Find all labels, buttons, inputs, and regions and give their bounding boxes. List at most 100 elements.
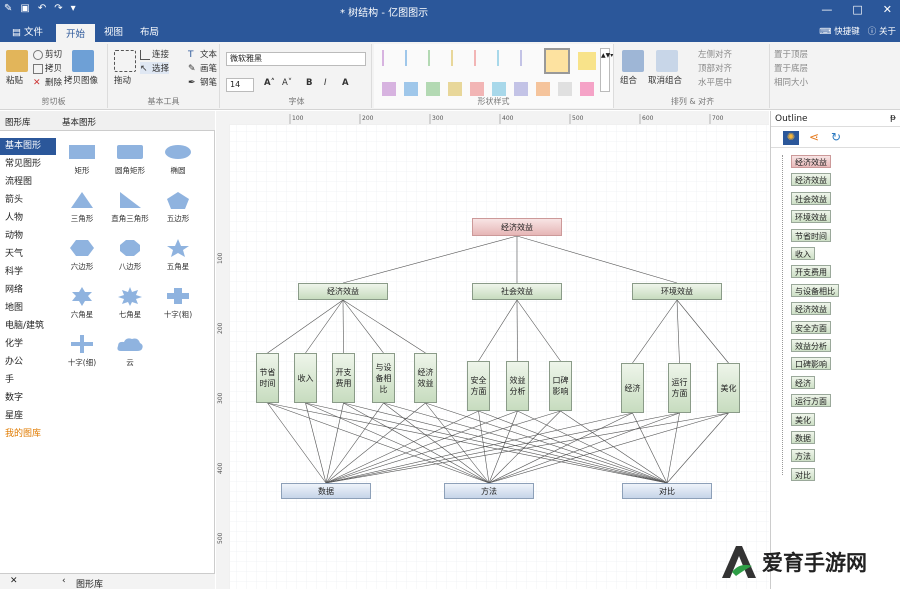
- level2-node[interactable]: 节省时间: [256, 353, 279, 403]
- dropdown-icon[interactable]: ▾: [71, 3, 76, 14]
- canvas-area[interactable]: 100 200 300 400 500 600 700 100 200 300 400 500 经济效…: [216, 111, 769, 589]
- tab-home[interactable]: 开始: [56, 24, 96, 42]
- category-item[interactable]: 常见图形: [0, 156, 56, 173]
- send-back-button[interactable]: 置于底层: [774, 62, 808, 74]
- outline-item[interactable]: 开支费用: [791, 265, 831, 279]
- fill-style-swatch[interactable]: [426, 82, 440, 96]
- line-style-swatch[interactable]: [474, 50, 476, 66]
- selected-style-swatch[interactable]: [544, 48, 570, 74]
- level2-node[interactable]: 与设备相比: [372, 353, 395, 403]
- cut-button[interactable]: 剪切: [33, 48, 62, 60]
- shape-triangle[interactable]: 三角形: [58, 190, 106, 224]
- shape-star6[interactable]: 六角星: [58, 286, 106, 320]
- minimize-button[interactable]: —: [821, 3, 832, 16]
- bring-front-button[interactable]: 置于顶层: [774, 48, 808, 60]
- save-icon[interactable]: ▣: [20, 3, 29, 14]
- category-item[interactable]: 办公: [0, 354, 56, 371]
- category-item[interactable]: 科学: [0, 264, 56, 281]
- paste-button[interactable]: 粘贴: [6, 74, 23, 86]
- line-style-swatch[interactable]: [405, 50, 407, 66]
- category-item[interactable]: 网络: [0, 282, 56, 299]
- shrink-font-button[interactable]: A˅: [282, 78, 292, 88]
- fill-style-swatch[interactable]: [470, 82, 484, 96]
- category-item[interactable]: 人物: [0, 210, 56, 227]
- fill-style-swatch[interactable]: [514, 82, 528, 96]
- category-item[interactable]: 数字: [0, 390, 56, 407]
- align-center-button[interactable]: 水平居中: [698, 76, 732, 88]
- library-tab[interactable]: 图形库: [5, 116, 31, 128]
- draw-button[interactable]: ✒ 钢笔: [188, 76, 217, 89]
- category-item[interactable]: 我的图库: [0, 426, 56, 443]
- italic-button[interactable]: I: [324, 78, 327, 88]
- tab-view[interactable]: 视图: [94, 24, 133, 42]
- level2-node[interactable]: 口碑影响: [549, 361, 572, 411]
- help-link[interactable]: ⓘ 关于: [868, 25, 896, 37]
- line-style-swatch[interactable]: [428, 50, 430, 66]
- tab-layout[interactable]: 布局: [130, 24, 169, 42]
- level1-node[interactable]: 经济效益: [298, 283, 388, 300]
- level2-node[interactable]: 开支费用: [332, 353, 355, 403]
- tab-file[interactable]: ▤ 文件: [2, 24, 53, 42]
- category-item[interactable]: 电脑/建筑: [0, 318, 56, 335]
- paste-image-button[interactable]: 拷贝图像: [64, 74, 98, 86]
- outline-item[interactable]: 对比: [791, 467, 815, 481]
- canvas-svg[interactable]: 100 200 300 400 500 600 700 100 200 300 400 500: [216, 111, 769, 589]
- level2-node[interactable]: 收入: [294, 353, 317, 403]
- ungroup-button[interactable]: 取消组合: [648, 74, 682, 86]
- shape-righttri[interactable]: 直角三角形: [106, 190, 154, 224]
- category-item[interactable]: 箭头: [0, 192, 56, 209]
- outline-item[interactable]: 社会效益: [791, 191, 831, 205]
- shape-rect[interactable]: 矩形: [58, 142, 106, 176]
- level1-node[interactable]: 社会效益: [472, 283, 562, 300]
- grow-font-button[interactable]: A˄: [264, 78, 275, 88]
- category-item[interactable]: 星座: [0, 408, 56, 425]
- bold-button[interactable]: B: [306, 78, 312, 88]
- shape-star5[interactable]: 五角星: [154, 238, 202, 272]
- level2-node[interactable]: 经济: [621, 363, 644, 413]
- shape-crossthin[interactable]: 十字(细): [58, 334, 106, 368]
- outline-item[interactable]: 节省时间: [791, 228, 831, 242]
- category-item[interactable]: 动物: [0, 228, 56, 245]
- level2-node[interactable]: 安全方面: [467, 361, 490, 411]
- outline-item[interactable]: 运行方面: [791, 394, 831, 408]
- fill-style-swatch[interactable]: [492, 82, 506, 96]
- level1-node[interactable]: 环境效益: [632, 283, 722, 300]
- outline-item[interactable]: 口碑影响: [791, 357, 831, 371]
- font-color-button[interactable]: A: [342, 78, 349, 88]
- outline-item[interactable]: 数据: [791, 431, 815, 444]
- category-item[interactable]: 化学: [0, 336, 56, 353]
- level3-node[interactable]: 方法: [444, 483, 534, 499]
- share-icon[interactable]: ⋖: [809, 130, 819, 144]
- fill-style-swatch[interactable]: [404, 82, 418, 96]
- shape-octagon[interactable]: 八边形: [106, 238, 154, 272]
- pin-icon[interactable]: ᵽ: [890, 113, 896, 123]
- line-style-swatch[interactable]: [382, 50, 384, 66]
- redo-icon[interactable]: ↷: [54, 3, 62, 14]
- feedback-link[interactable]: ⌨ 快捷键: [819, 25, 860, 37]
- level2-node[interactable]: 运行方面: [668, 363, 691, 413]
- close-library-button[interactable]: ✕: [10, 576, 18, 586]
- outline-item[interactable]: 经济效益: [791, 173, 831, 187]
- back-icon[interactable]: ‹: [62, 576, 66, 586]
- shape-ellipse[interactable]: 椭圆: [154, 142, 202, 176]
- move-button[interactable]: 拖动: [114, 74, 131, 86]
- shape-crossthick[interactable]: 十字(粗): [154, 286, 202, 320]
- category-item[interactable]: 地图: [0, 300, 56, 317]
- shape-star7[interactable]: 七角星: [106, 286, 154, 320]
- fill-style-swatch[interactable]: [558, 82, 572, 96]
- fill-style-swatch[interactable]: [536, 82, 550, 96]
- root-node[interactable]: 经济效益: [472, 218, 562, 236]
- shape-roundrect[interactable]: 圆角矩形: [106, 142, 154, 176]
- outline-item[interactable]: 环境效益: [791, 210, 831, 224]
- delete-button[interactable]: ✕ 删除: [33, 76, 62, 89]
- text-button[interactable]: T 文本: [188, 48, 217, 61]
- font-size-select[interactable]: 14: [226, 78, 254, 92]
- styles-scroll-icon[interactable]: ▲▼▾: [600, 48, 613, 92]
- select-button[interactable]: ↖ 选择: [140, 62, 170, 74]
- category-item[interactable]: 手: [0, 372, 56, 389]
- level2-node[interactable]: 经济效益: [414, 353, 437, 403]
- level2-node[interactable]: 美化: [717, 363, 740, 413]
- outline-style-swatch[interactable]: [578, 52, 596, 70]
- category-item[interactable]: 天气: [0, 246, 56, 263]
- outline-item[interactable]: 效益分析: [791, 339, 831, 352]
